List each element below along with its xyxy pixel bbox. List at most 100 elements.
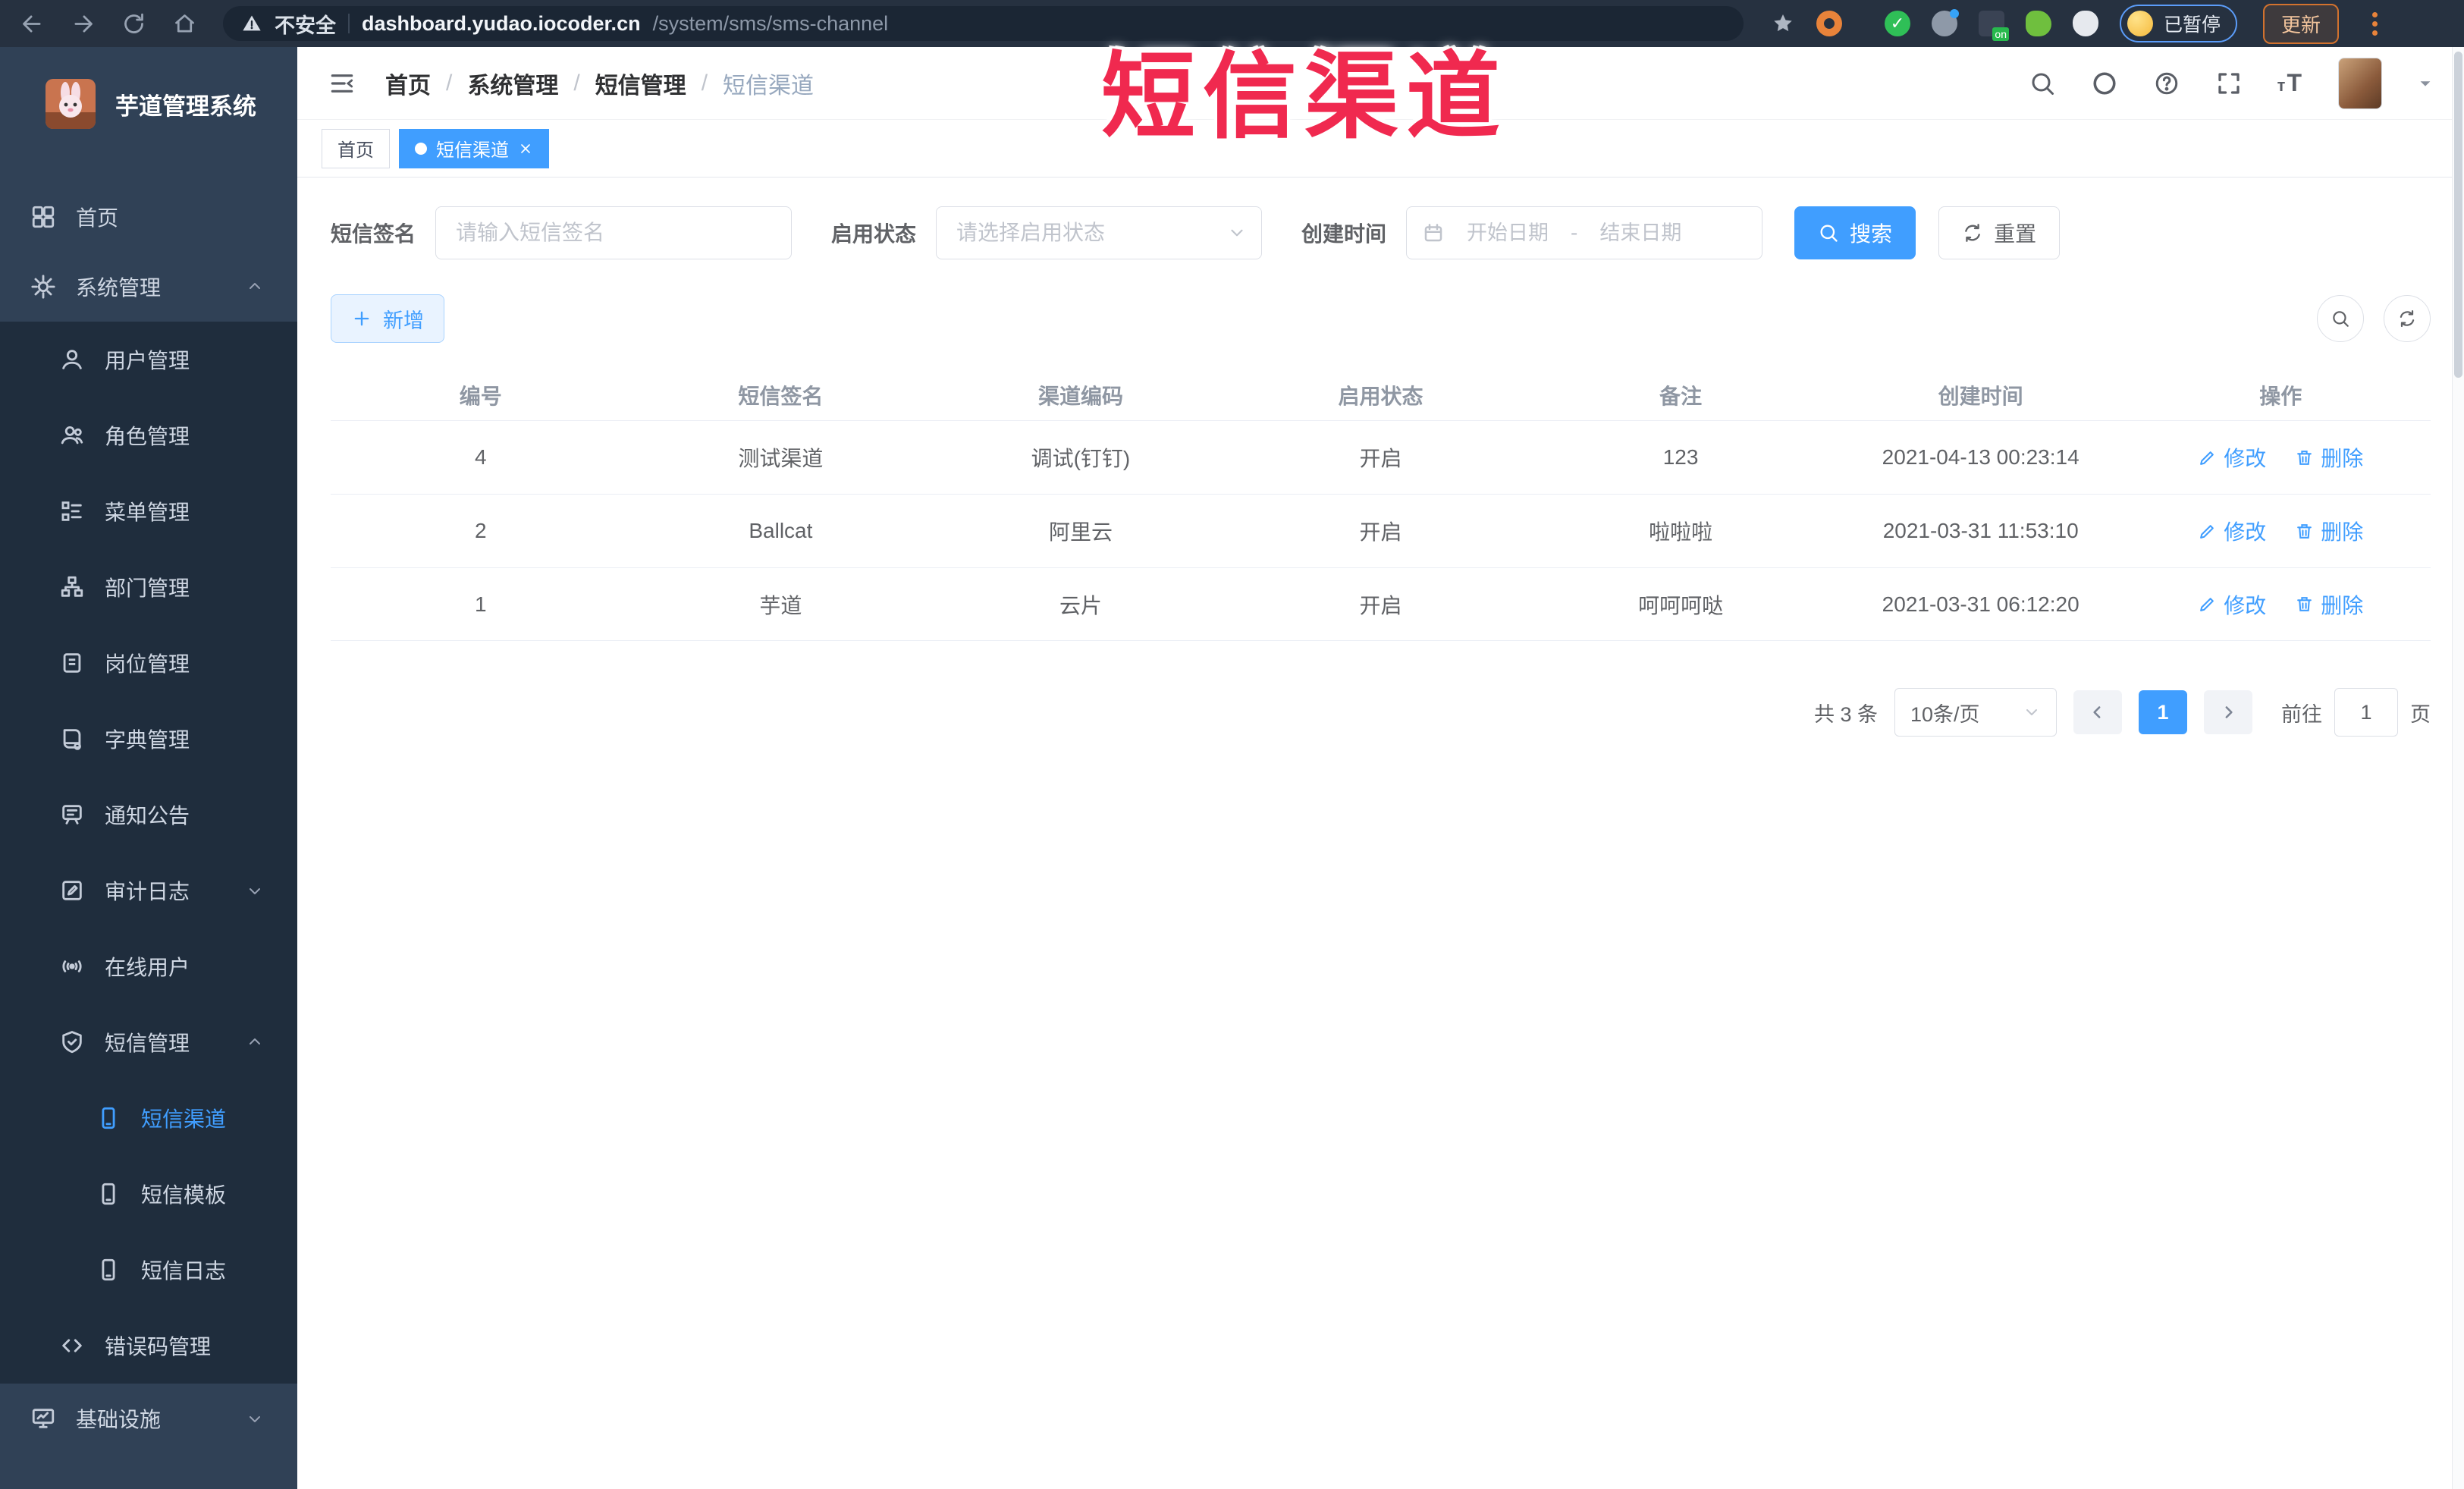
status-select[interactable] [936, 206, 1263, 259]
search-button[interactable]: 搜索 [1794, 206, 1916, 259]
dictionary-icon [59, 726, 85, 752]
url-domain: dashboard.yudao.iocoder.cn [362, 11, 641, 35]
sidebar-item-label: 短信日志 [141, 1259, 227, 1283]
sidebar-item-label: 岗位管理 [105, 652, 190, 676]
sidebar-item-system-mgmt[interactable]: 系统管理 [0, 252, 297, 322]
security-label[interactable]: 不安全 [275, 9, 336, 39]
edit-link[interactable]: 修改 [2198, 589, 2266, 620]
extension-switch-icon[interactable] [1979, 11, 2009, 41]
breadcrumb-separator: / [701, 70, 708, 96]
header-search-icon[interactable] [2029, 70, 2056, 97]
bookmark-star-icon[interactable] [1771, 11, 1795, 36]
refresh-table-button[interactable] [2384, 295, 2431, 342]
sms-channel-table: 编号 短信签名 渠道编码 启用状态 备注 创建时间 操作 4 测试渠道 调试(钉… [331, 370, 2431, 641]
reload-icon[interactable] [121, 11, 146, 36]
delete-link[interactable]: 删除 [2295, 516, 2363, 546]
date-range-picker[interactable]: - [1406, 206, 1763, 259]
sidebar-item-sms-log[interactable]: 短信日志 [0, 1232, 297, 1308]
sidebar-item-notice[interactable]: 通知公告 [0, 777, 297, 853]
monitor-icon [30, 1406, 56, 1431]
extension-ghost-icon[interactable] [2073, 11, 2098, 36]
search-form: 短信签名 启用状态 创建时间 - [331, 206, 2431, 259]
time-label: 创建时间 [1301, 222, 1387, 246]
sidebar-item-home[interactable]: 首页 [0, 182, 297, 252]
sidebar-item-dept-mgmt[interactable]: 部门管理 [0, 549, 297, 625]
extension-people-icon[interactable] [1932, 9, 1959, 36]
column-header: 短信签名 [738, 385, 824, 408]
breadcrumb-separator: / [573, 70, 580, 96]
sidebar-item-role-mgmt[interactable]: 角色管理 [0, 397, 297, 473]
breadcrumb-item[interactable]: 短信管理 [595, 67, 686, 100]
sidebar-item-audit-log[interactable]: 审计日志 [0, 853, 297, 928]
fullscreen-icon[interactable] [2215, 70, 2243, 97]
add-button[interactable]: 新增 [331, 294, 444, 343]
scrollbar-thumb[interactable] [2454, 52, 2462, 378]
status-select-input[interactable] [936, 206, 1263, 259]
avatar[interactable] [2338, 57, 2382, 109]
next-page-button[interactable] [2204, 690, 2252, 734]
column-header: 启用状态 [1338, 385, 1423, 408]
tag-label: 短信渠道 [436, 140, 509, 161]
chevron-down-icon [246, 1409, 264, 1428]
sidebar-item-label: 部门管理 [105, 576, 190, 600]
delete-link[interactable]: 删除 [2295, 589, 2363, 620]
sidebar-item-sms-channel[interactable]: 短信渠道 [0, 1080, 297, 1156]
breadcrumb-item[interactable]: 首页 [385, 67, 431, 100]
sidebar-item-label: 在线用户 [105, 956, 190, 979]
home-icon[interactable] [172, 11, 197, 36]
phone-icon [96, 1105, 121, 1131]
toggle-search-button[interactable] [2317, 295, 2364, 342]
sidebar-item-label: 审计日志 [105, 880, 190, 903]
sign-input[interactable] [435, 206, 793, 259]
sidebar-item-label: 字典管理 [105, 728, 190, 752]
app-header: 首页 / 系统管理 / 短信管理 / 短信渠道 тT [297, 47, 2464, 120]
end-date-input[interactable] [1584, 221, 1698, 245]
tag-label: 首页 [337, 140, 374, 161]
forward-icon[interactable] [71, 11, 96, 36]
back-icon[interactable] [20, 11, 45, 36]
update-browser-button[interactable]: 更新 [2263, 3, 2340, 44]
sidebar-item-infrastructure[interactable]: 基础设施 [0, 1384, 297, 1453]
tree-table-icon [59, 498, 85, 524]
sidebar-item-sms-mgmt[interactable]: 短信管理 [0, 1004, 297, 1080]
sidebar-item-dict-mgmt[interactable]: 字典管理 [0, 701, 297, 777]
goto-page-input[interactable] [2334, 688, 2398, 737]
close-icon[interactable] [518, 141, 533, 156]
column-header: 操作 [2259, 385, 2302, 408]
cell-signature: Ballcat [749, 519, 813, 542]
github-icon[interactable] [2091, 70, 2118, 97]
tag-home[interactable]: 首页 [322, 128, 390, 168]
sidebar-item-error-code[interactable]: 错误码管理 [0, 1308, 297, 1384]
extension-orange-icon[interactable] [1816, 11, 1842, 36]
prev-page-button[interactable] [2073, 690, 2122, 734]
bulletin-icon [59, 802, 85, 828]
reset-button[interactable]: 重置 [1938, 206, 2061, 259]
delete-link[interactable]: 删除 [2295, 442, 2363, 473]
table-toolbar: 新增 [331, 294, 2431, 343]
sidebar-item-menu-mgmt[interactable]: 菜单管理 [0, 473, 297, 549]
extension-green-icon[interactable] [2026, 11, 2051, 36]
paused-extension-pill[interactable]: 已暂停 [2120, 5, 2238, 42]
edit-link[interactable]: 修改 [2198, 516, 2266, 546]
current-page-button[interactable]: 1 [2139, 690, 2187, 734]
browser-menu-icon[interactable] [2372, 11, 2378, 36]
start-date-input[interactable] [1451, 221, 1565, 245]
sidebar-item-user-mgmt[interactable]: 用户管理 [0, 322, 297, 397]
caret-down-icon[interactable] [2417, 75, 2434, 92]
signal-icon [59, 953, 85, 979]
badge-icon [59, 650, 85, 676]
sidebar-item-online-users[interactable]: 在线用户 [0, 928, 297, 1004]
sidebar-item-post-mgmt[interactable]: 岗位管理 [0, 625, 297, 701]
font-size-icon[interactable]: тT [2277, 69, 2303, 97]
page-size-select[interactable]: 10条/页 [1894, 688, 2057, 737]
url-bar[interactable]: 不安全 dashboard.yudao.iocoder.cn/system/sm… [223, 6, 1744, 41]
scrollbar[interactable] [2452, 47, 2464, 1489]
table-row: 4 测试渠道 调试(钉钉) 开启 123 2021-04-13 00:23:14… [331, 420, 2431, 494]
extension-check-icon[interactable]: ✓ [1885, 11, 1910, 36]
tag-sms-channel[interactable]: 短信渠道 [399, 128, 549, 168]
breadcrumb-item[interactable]: 系统管理 [467, 67, 558, 100]
edit-link[interactable]: 修改 [2198, 442, 2266, 473]
help-icon[interactable] [2153, 70, 2180, 97]
sidebar-item-sms-template[interactable]: 短信模板 [0, 1156, 297, 1232]
sidebar-fold-icon[interactable] [328, 69, 356, 98]
